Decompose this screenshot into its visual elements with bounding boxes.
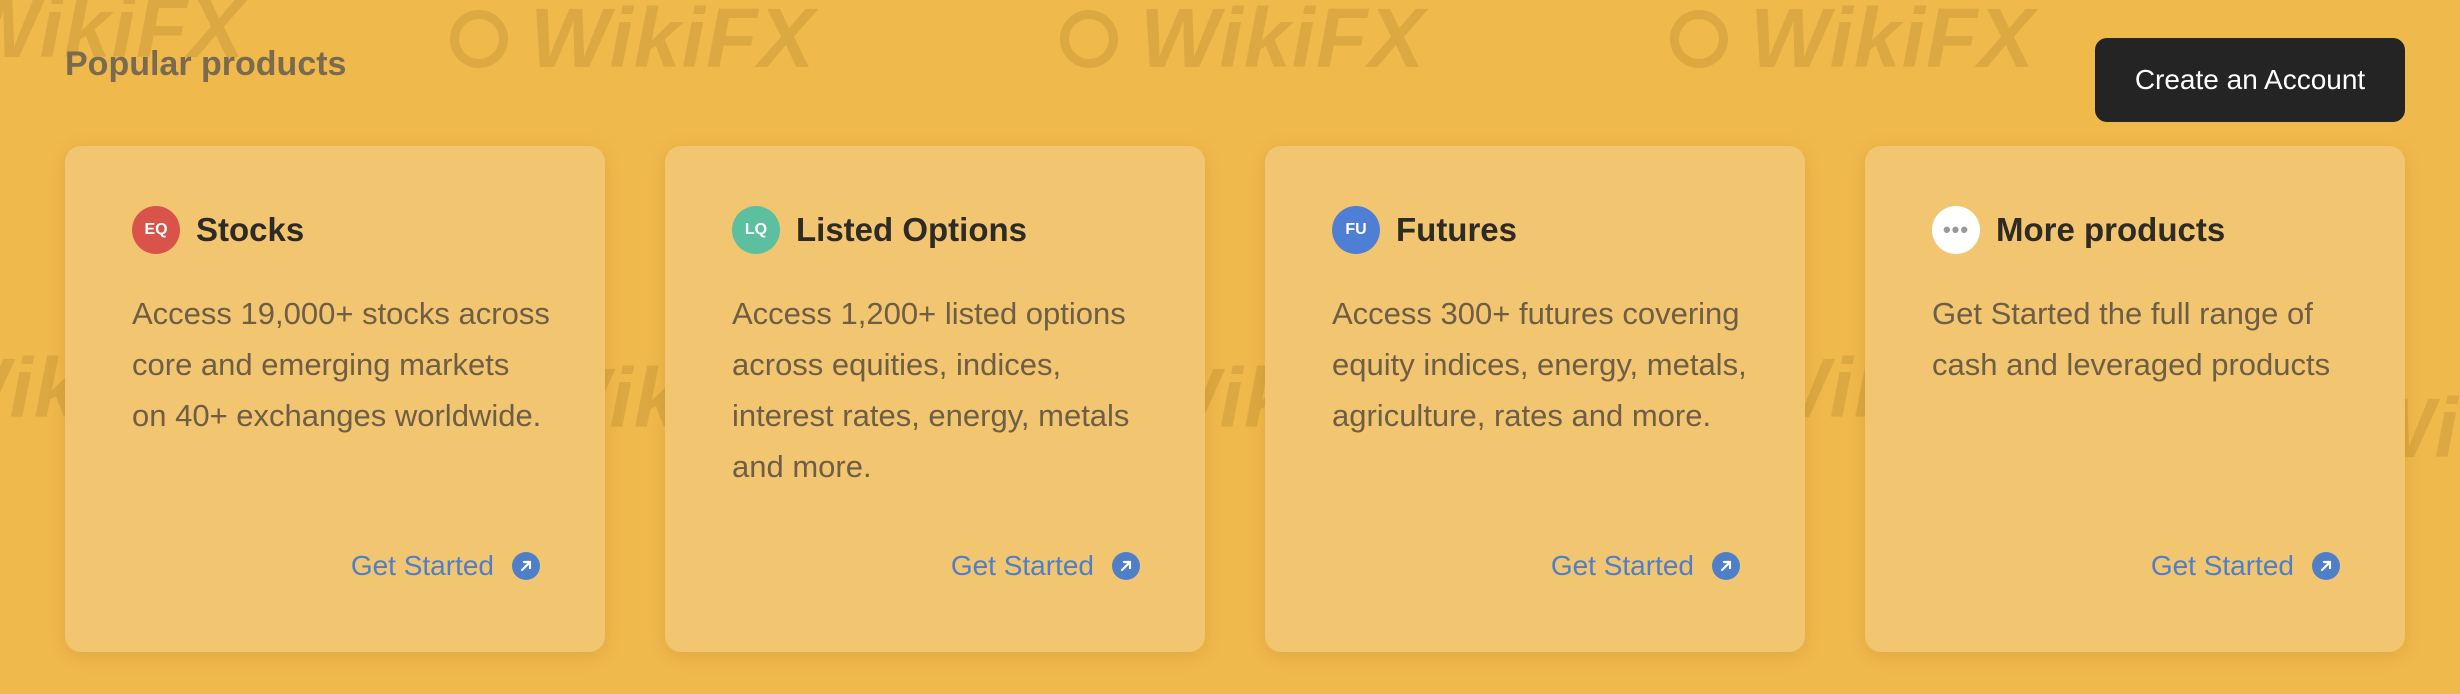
card-description: Get Started the full range of cash and l…: [1932, 296, 2331, 382]
get-started-link[interactable]: Get Started: [1551, 550, 1740, 582]
section-title: Popular products: [65, 45, 347, 83]
create-account-button[interactable]: Create an Account: [2095, 38, 2405, 122]
fu-badge-icon: FU: [1332, 206, 1380, 254]
card-description: Access 1,200+ listed options across equi…: [732, 296, 1130, 484]
product-card-futures: FU Futures Access 300+ futures covering …: [1265, 146, 1805, 652]
card-title: Listed Options: [796, 211, 1027, 248]
card-description: Access 300+ futures covering equity indi…: [1332, 296, 1747, 433]
get-started-link[interactable]: Get Started: [351, 550, 540, 582]
card-title: More products: [1996, 211, 2226, 248]
product-card-listed-options: LQ Listed Options Access 1,200+ listed o…: [665, 146, 1205, 652]
product-card-stocks: EQ Stocks Access 19,000+ stocks across c…: [65, 146, 605, 652]
watermark-logo-icon: [450, 9, 508, 68]
get-started-link[interactable]: Get Started: [951, 550, 1140, 582]
get-started-label: Get Started: [950, 550, 1094, 581]
card-header: EQ Stocks: [132, 206, 605, 254]
lq-badge-icon: LQ: [732, 206, 780, 254]
arrow-up-right-icon[interactable]: [1712, 552, 1740, 580]
watermark: WikiFX: [450, 0, 815, 87]
card-description: Access 19,000+ stocks across core and em…: [132, 296, 550, 433]
card-title: Stocks: [196, 211, 305, 248]
product-card-more-products: ••• More products Get Started the full r…: [1865, 146, 2405, 652]
watermark-logo-icon: [1060, 9, 1118, 68]
get-started-label: Get Started: [1550, 550, 1694, 581]
more-dots-icon: •••: [1932, 206, 1980, 254]
get-started-label: Get Started: [2150, 550, 2294, 581]
page: WikiFX WikiFX WikiFX WikiFX WikiFX WikiF…: [0, 0, 2460, 694]
card-title: Futures: [1396, 211, 1518, 248]
card-header: ••• More products: [1932, 206, 2405, 254]
get-started-link[interactable]: Get Started: [2151, 550, 2340, 582]
card-header: LQ Listed Options: [732, 206, 1205, 254]
arrow-up-right-icon[interactable]: [512, 552, 540, 580]
arrow-up-right-icon[interactable]: [2312, 552, 2340, 580]
watermark-logo-icon: [1670, 9, 1728, 68]
get-started-label: Get Started: [350, 550, 494, 581]
eq-badge-icon: EQ: [132, 206, 180, 254]
card-header: FU Futures: [1332, 206, 1805, 254]
watermark: WikiFX: [1670, 0, 2035, 87]
watermark: WikiFX: [1060, 0, 1425, 87]
arrow-up-right-icon[interactable]: [1112, 552, 1140, 580]
